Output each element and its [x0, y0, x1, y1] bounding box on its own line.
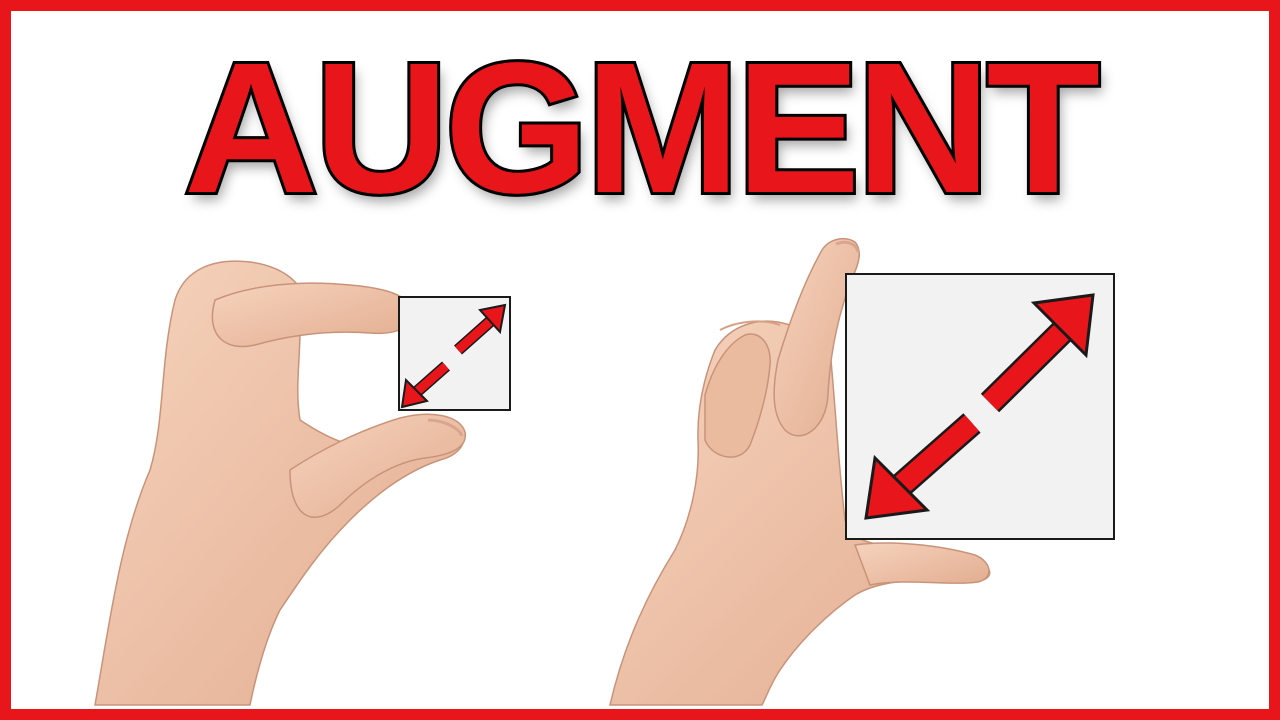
large-square — [845, 273, 1115, 540]
hand-illustration — [94, 237, 1115, 706]
right-thumb — [853, 542, 990, 586]
small-square — [398, 296, 511, 411]
